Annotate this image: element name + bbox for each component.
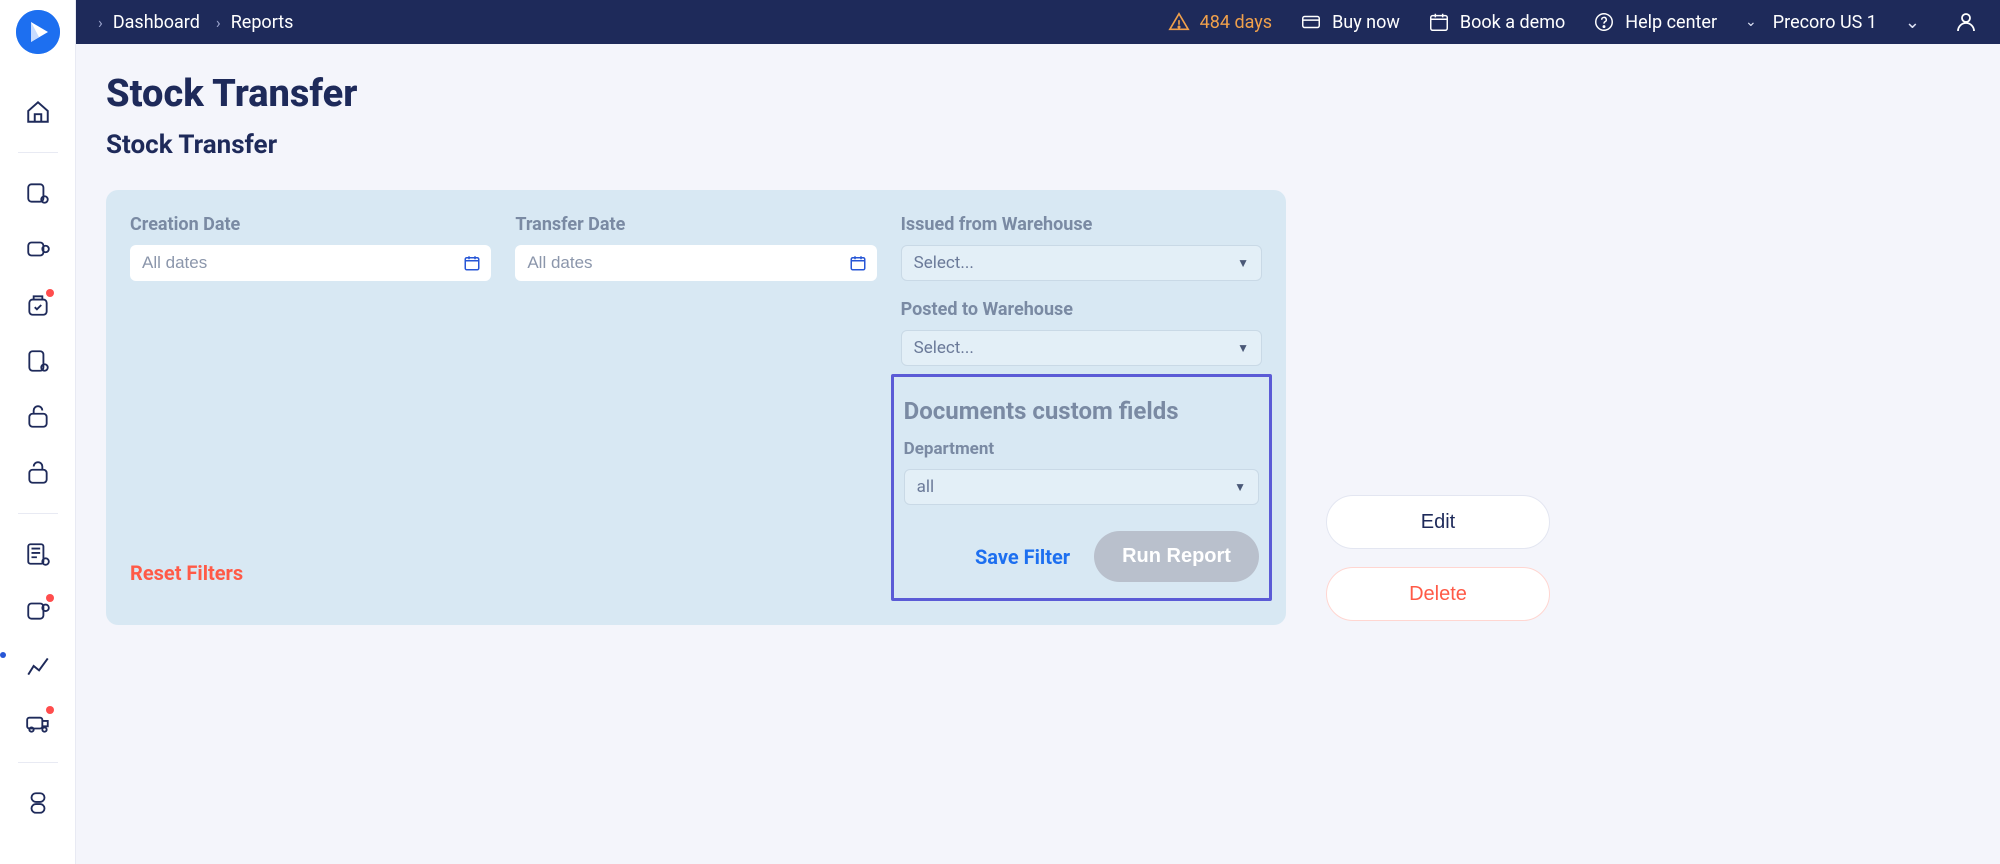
top-bar: › Dashboard › Reports 484 days Buy now B… [76, 0, 2000, 44]
reports-icon[interactable] [24, 652, 52, 680]
custom-fields-title: Documents custom fields [904, 397, 1259, 425]
side-actions: Edit Delete [1326, 190, 1550, 621]
book-demo[interactable]: Book a demo [1428, 11, 1565, 33]
org-selector[interactable]: ⌄ Precoro US 1 [1745, 12, 1877, 33]
issued-select-value: Select... [914, 253, 974, 273]
help-icon [1593, 11, 1615, 33]
breadcrumb-dashboard[interactable]: Dashboard [113, 12, 200, 33]
posted-select[interactable]: Select... ▼ [901, 330, 1262, 366]
app-logo[interactable] [16, 10, 60, 54]
reset-filters-button[interactable]: Reset Filters [130, 561, 243, 585]
buy-now[interactable]: Buy now [1300, 11, 1400, 33]
warning-icon [1168, 11, 1190, 33]
nav-icon-5[interactable] [24, 403, 52, 431]
nav-icon-2[interactable] [24, 235, 52, 263]
home-icon[interactable] [24, 98, 52, 126]
nav-separator [18, 152, 58, 153]
transfer-date-col: Transfer Date [515, 214, 876, 601]
top-right: 484 days Buy now Book a demo Help center… [1168, 10, 1978, 34]
nav-icon-3[interactable] [24, 291, 52, 319]
nav-separator-3 [18, 762, 58, 763]
creation-date-col: Creation Date [130, 214, 491, 601]
book-demo-text: Book a demo [1460, 12, 1565, 33]
nav-icon-1[interactable] [24, 179, 52, 207]
department-label: Department [904, 439, 1259, 459]
department-select[interactable]: all ▼ [904, 469, 1259, 505]
department-select-value: all [917, 477, 935, 497]
nav-icon-10[interactable] [24, 789, 52, 817]
trial-days[interactable]: 484 days [1168, 11, 1272, 33]
card-icon [1300, 11, 1322, 33]
creation-date-input[interactable] [142, 253, 451, 273]
caret-down-icon: ▼ [1237, 341, 1249, 355]
creation-date-input-wrap[interactable] [130, 245, 491, 281]
edit-button[interactable]: Edit [1326, 495, 1550, 549]
transfer-date-input-wrap[interactable] [515, 245, 876, 281]
nav-separator-2 [18, 513, 58, 514]
nav-active-indicator [0, 652, 6, 658]
help-center[interactable]: Help center [1593, 11, 1717, 33]
calendar-icon [1428, 11, 1450, 33]
issued-label: Issued from Warehouse [901, 214, 1262, 235]
warehouse-col: Issued from Warehouse Select... ▼ Posted… [901, 214, 1262, 601]
nav-icon-7[interactable] [24, 540, 52, 568]
nav-icon-8[interactable] [24, 596, 52, 624]
chevron-down-icon[interactable]: ⌄ [1905, 12, 1920, 33]
breadcrumb-reports[interactable]: Reports [231, 12, 294, 33]
posted-select-value: Select... [914, 338, 974, 358]
chevron-down-icon: ⌄ [1745, 14, 1757, 30]
main: Stock Transfer Stock Transfer Creation D… [76, 44, 2000, 864]
delete-button[interactable]: Delete [1326, 567, 1550, 621]
calendar-icon[interactable] [849, 254, 867, 272]
nav-icon-6[interactable] [24, 459, 52, 487]
filter-panel: Creation Date Transfer Date [106, 190, 1286, 625]
page-title: Stock Transfer [106, 72, 1970, 116]
chevron-right-icon: › [98, 13, 103, 32]
trial-days-text: 484 days [1200, 12, 1272, 33]
posted-label: Posted to Warehouse [901, 299, 1262, 320]
left-nav [0, 0, 76, 864]
transfer-date-input[interactable] [527, 253, 836, 273]
issued-select[interactable]: Select... ▼ [901, 245, 1262, 281]
caret-down-icon: ▼ [1237, 256, 1249, 270]
org-name: Precoro US 1 [1773, 12, 1877, 33]
page-subtitle: Stock Transfer [106, 130, 1970, 160]
buy-now-text: Buy now [1332, 12, 1400, 33]
help-center-text: Help center [1625, 12, 1717, 33]
nav-icon-4[interactable] [24, 347, 52, 375]
creation-date-label: Creation Date [130, 214, 491, 235]
user-icon[interactable] [1954, 10, 1978, 34]
nav-icon-9[interactable] [24, 708, 52, 736]
save-filter-button[interactable]: Save Filter [975, 545, 1070, 569]
caret-down-icon: ▼ [1234, 480, 1246, 494]
chevron-right-icon: › [216, 13, 221, 32]
run-report-button[interactable]: Run Report [1094, 531, 1259, 582]
custom-fields-highlight: Documents custom fields Department all ▼… [891, 374, 1272, 601]
calendar-icon[interactable] [463, 254, 481, 272]
transfer-date-label: Transfer Date [515, 214, 876, 235]
